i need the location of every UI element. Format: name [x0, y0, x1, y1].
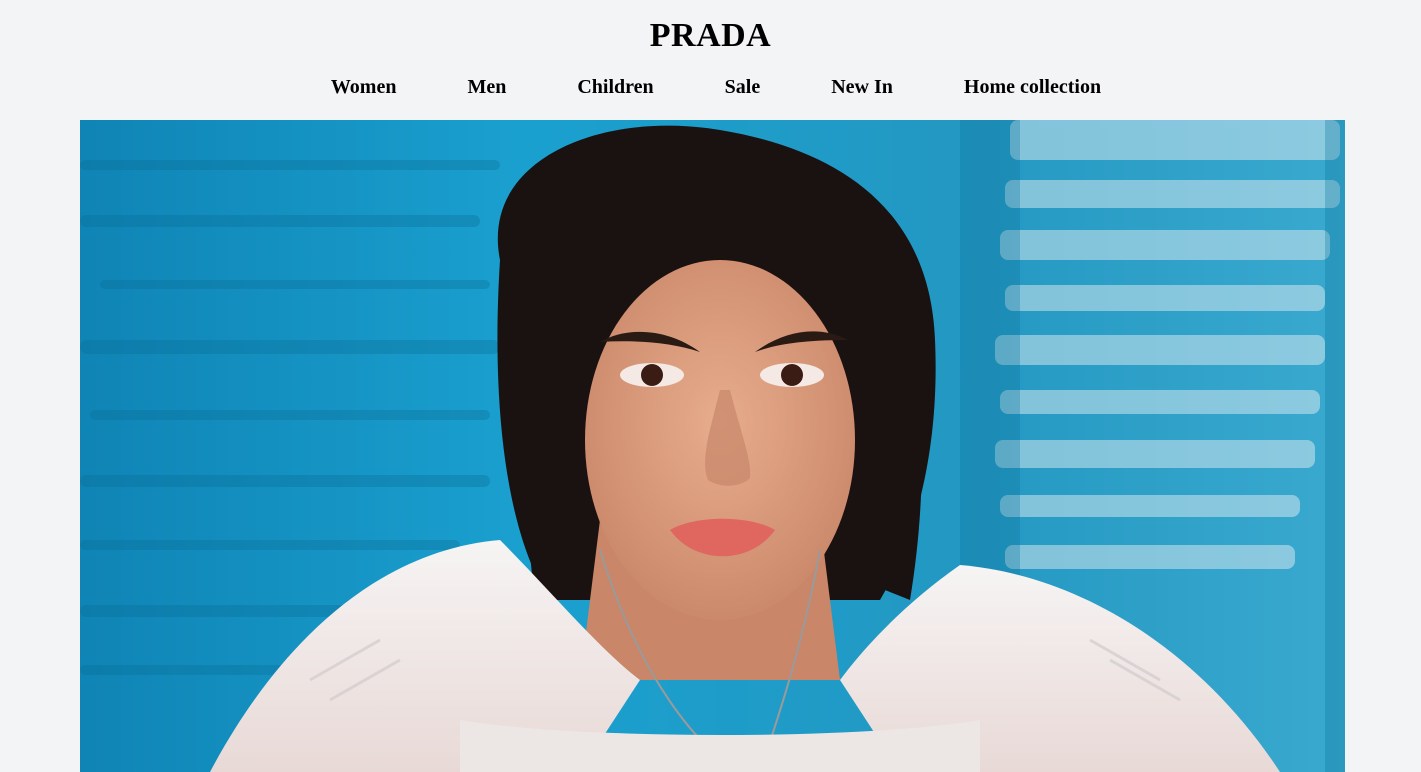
hero-image[interactable] [80, 120, 1345, 772]
hero-photo-illustration [80, 120, 1345, 772]
nav-item-women[interactable]: Women [331, 72, 397, 102]
nav-item-new-in[interactable]: New In [831, 72, 893, 102]
brand-logo[interactable]: PRADA [0, 14, 1421, 58]
nav-item-home-collection[interactable]: Home collection [964, 72, 1101, 102]
site-header: PRADA Women Men Children Sale New In Hom… [0, 0, 1421, 120]
main-nav: Women Men Children Sale New In Home coll… [0, 72, 1421, 102]
nav-item-children[interactable]: Children [577, 72, 653, 102]
nav-item-men[interactable]: Men [467, 72, 506, 102]
nav-item-sale[interactable]: Sale [725, 72, 761, 102]
light-reflection [995, 120, 1340, 569]
